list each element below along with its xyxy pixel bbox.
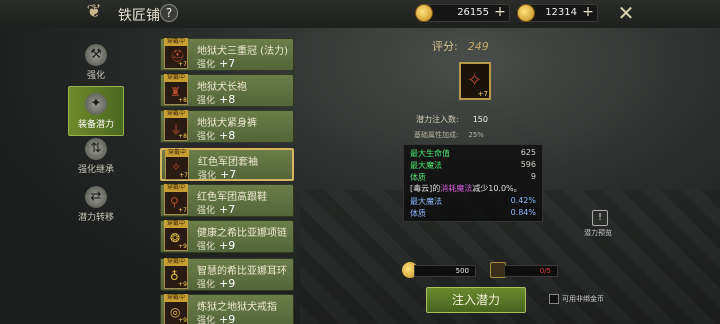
- potential-preview-label: 潜力预览: [584, 229, 612, 237]
- dragon-crest-icon: ❦: [86, 1, 102, 22]
- equipped-tag: 穿戴中: [165, 149, 189, 157]
- cost-item: 0/5: [504, 265, 558, 277]
- item-enhance: 强化 +9: [197, 239, 236, 252]
- equipment-list: ⛑ +7 穿戴中 地狱犬三重冠 (法力) 强化 +7 ♜ +8 穿戴中 地狱犬长袍 强…: [158, 36, 298, 324]
- list-item[interactable]: ♁ +9 穿戴中 智慧的希比亚娜耳环 强化 +9: [160, 258, 294, 291]
- unbound-gold-checkbox[interactable]: [549, 294, 559, 304]
- item-enhance: 强化 +8: [197, 93, 236, 106]
- item-enhance: 强化 +7: [197, 203, 236, 216]
- item-name: 地狱犬长袍: [197, 82, 247, 93]
- skill-effect: [毒云]的消耗魔法减少10.0%。: [410, 184, 522, 193]
- attr-row: 最大生命值 625: [410, 148, 536, 158]
- item-enhance: 强化 +7: [198, 168, 237, 181]
- inject-potential-button[interactable]: 注入潜力: [426, 287, 526, 313]
- potential-preview-button[interactable]: !: [592, 210, 608, 226]
- score-display: 评分: 249: [432, 40, 489, 53]
- equipped-tag: 穿戴中: [164, 74, 188, 82]
- list-item[interactable]: ⛑ +7 穿戴中 地狱犬三重冠 (法力) 强化 +7: [160, 38, 294, 71]
- item-enhance: 强化 +7: [197, 57, 236, 70]
- list-item[interactable]: ♜ +8 穿戴中 地狱犬长袍 强化 +8: [160, 74, 294, 107]
- item-enhance: 强化 +8: [197, 129, 236, 142]
- gold-balance: 26155 +: [415, 4, 510, 22]
- transfer-icon: ⇄: [85, 186, 107, 208]
- sleeve-icon: ✧: [467, 70, 483, 91]
- item-name: 健康之希比亚娜项链: [197, 228, 287, 239]
- item-name: 智慧的希比亚娜耳环: [197, 266, 287, 277]
- attribute-panel: 最大生命值 625 最大魔法 596 体质 9 [毒云]的消耗魔法减少10.0%。 最…: [403, 144, 543, 222]
- item-name: 地狱犬三重冠 (法力): [197, 46, 288, 57]
- item-name: 炼狱之地狱犬戒指: [197, 302, 277, 313]
- injected-count: 潜力注入数: 150: [416, 115, 488, 124]
- anvil-icon: ⚒: [85, 44, 107, 66]
- selected-item-icon: ✧ +7: [459, 62, 491, 100]
- bonus-attr-row: 体质 0.84%: [410, 208, 536, 218]
- nav-item-inherit[interactable]: ⇅ 强化继承: [68, 136, 124, 184]
- equipped-tag: 穿戴中: [164, 110, 188, 118]
- inherit-icon: ⇅: [85, 138, 107, 160]
- list-item[interactable]: ⏚ +8 穿戴中 地狱犬紧身裤 强化 +8: [160, 110, 294, 143]
- help-button[interactable]: ?: [160, 4, 178, 22]
- list-item[interactable]: ❂ +9 穿戴中 健康之希比亚娜项链 强化 +9: [160, 220, 294, 253]
- attr-row: 最大魔法 596: [410, 160, 536, 170]
- equipped-tag: 穿戴中: [164, 38, 188, 46]
- item-name: 红色军团套袖: [198, 157, 258, 168]
- gem-balance: 12314 +: [517, 4, 598, 22]
- nav-item-potential[interactable]: ✦ 装备潜力: [68, 86, 124, 136]
- add-gems-button[interactable]: +: [581, 5, 595, 20]
- side-nav: ⚒ 强化 ✦ 装备潜力 ⇅ 强化继承 ⇄ 潜力转移: [68, 34, 126, 324]
- page-title: 铁匠铺: [118, 8, 160, 24]
- nav-item-enhance[interactable]: ⚒ 强化: [68, 42, 124, 90]
- close-icon[interactable]: ✕: [615, 2, 637, 24]
- equipped-tag: 穿戴中: [164, 294, 188, 302]
- list-item-selected[interactable]: ✧ +7 穿戴中 红色军团套袖 强化 +7: [160, 148, 294, 181]
- top-bar: ❦ 铁匠铺 ? 26155 + 12314 + ✕: [0, 0, 720, 28]
- attr-row: 体质 9: [410, 172, 536, 182]
- gold-coin-icon: [415, 4, 433, 22]
- item-name: 地狱犬紧身裤: [197, 118, 257, 129]
- item-enhance: 强化 +9: [197, 313, 236, 324]
- gem-amount: 12314: [545, 7, 577, 18]
- item-name: 红色军团高跟鞋: [197, 192, 267, 203]
- equipped-tag: 穿戴中: [164, 184, 188, 192]
- add-gold-button[interactable]: +: [493, 5, 507, 20]
- bonus-attr-row: 最大魔法 0.42%: [410, 196, 536, 206]
- equipped-tag: 穿戴中: [164, 220, 188, 228]
- unbound-gold-label: 可用非绑金币: [562, 295, 604, 303]
- nav-item-transfer[interactable]: ⇄ 潜力转移: [68, 184, 124, 232]
- base-bonus: 基础属性加成: 25%: [414, 131, 484, 139]
- list-item[interactable]: ⚲ +7 穿戴中 红色军团高跟鞋 强化 +7: [160, 184, 294, 217]
- equipped-tag: 穿戴中: [164, 258, 188, 266]
- gem-icon: ✦: [85, 93, 107, 115]
- gem-coin-icon: [517, 4, 535, 22]
- cost-gold: 500: [414, 265, 476, 277]
- list-item[interactable]: ◎ +9 穿戴中 炼狱之地狱犬戒指 强化 +9: [160, 294, 294, 324]
- item-enhance: 强化 +9: [197, 277, 236, 290]
- gold-amount: 26155: [457, 7, 489, 18]
